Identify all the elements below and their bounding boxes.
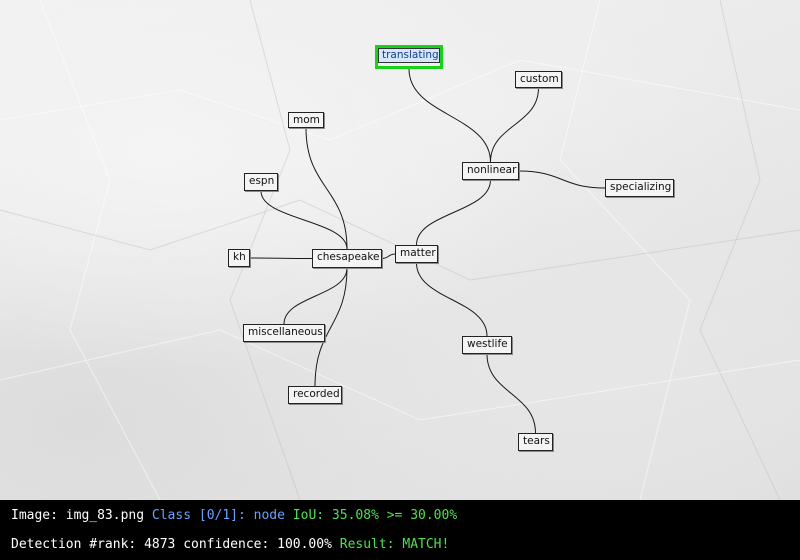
- result-text: Result: MATCH!: [339, 537, 450, 552]
- node-label: translating: [378, 48, 440, 63]
- node-recorded[interactable]: recorded: [288, 386, 342, 404]
- node-mom[interactable]: mom: [288, 112, 324, 128]
- edge-chesapeake-miscellaneous: [283, 267, 348, 325]
- image-label: Image:: [11, 508, 66, 523]
- edge-nonlinear-specializing: [518, 170, 606, 189]
- mindmap-canvas: translating custom mom nonlinear espn sp…: [0, 0, 800, 500]
- status-bar: Image: img_83.png Class [0/1]: node IoU:…: [0, 500, 800, 560]
- rank-label: Detection #rank:: [11, 537, 145, 552]
- node-chesapeake[interactable]: chesapeake: [312, 249, 382, 268]
- edge-chesapeake-matter: [381, 253, 396, 259]
- edge-chesapeake-mom: [305, 127, 348, 250]
- node-miscellaneous[interactable]: miscellaneous: [243, 324, 325, 342]
- node-translating[interactable]: translating: [375, 45, 443, 69]
- image-name: img_83.png: [65, 508, 145, 523]
- edge-nonlinear-translating: [408, 68, 491, 163]
- rank-value: 4873: [144, 537, 176, 552]
- node-specializing[interactable]: specializing: [605, 179, 674, 197]
- node-espn[interactable]: espn: [244, 173, 278, 191]
- node-tears[interactable]: tears: [518, 433, 553, 451]
- node-kh[interactable]: kh: [228, 249, 250, 267]
- node-custom[interactable]: custom: [515, 71, 562, 88]
- edge-nonlinear-custom: [490, 87, 539, 163]
- class-text: Class [0/1]: node: [144, 508, 293, 523]
- status-line-1: Image: img_83.png Class [0/1]: node IoU:…: [11, 508, 457, 523]
- edge-matter-nonlinear: [416, 179, 491, 246]
- confidence-text: confidence: 100.00%: [175, 537, 340, 552]
- iou-text: IoU: 35.08% >= 30.00%: [292, 508, 458, 523]
- edge-westlife-tears: [486, 353, 536, 434]
- node-matter[interactable]: matter: [395, 245, 438, 263]
- node-nonlinear[interactable]: nonlinear: [462, 162, 519, 180]
- node-westlife[interactable]: westlife: [462, 336, 512, 354]
- status-line-2: Detection #rank: 4873 confidence: 100.00…: [11, 537, 449, 552]
- edge-chesapeake-kh: [249, 257, 313, 259]
- edge-matter-westlife: [416, 262, 488, 337]
